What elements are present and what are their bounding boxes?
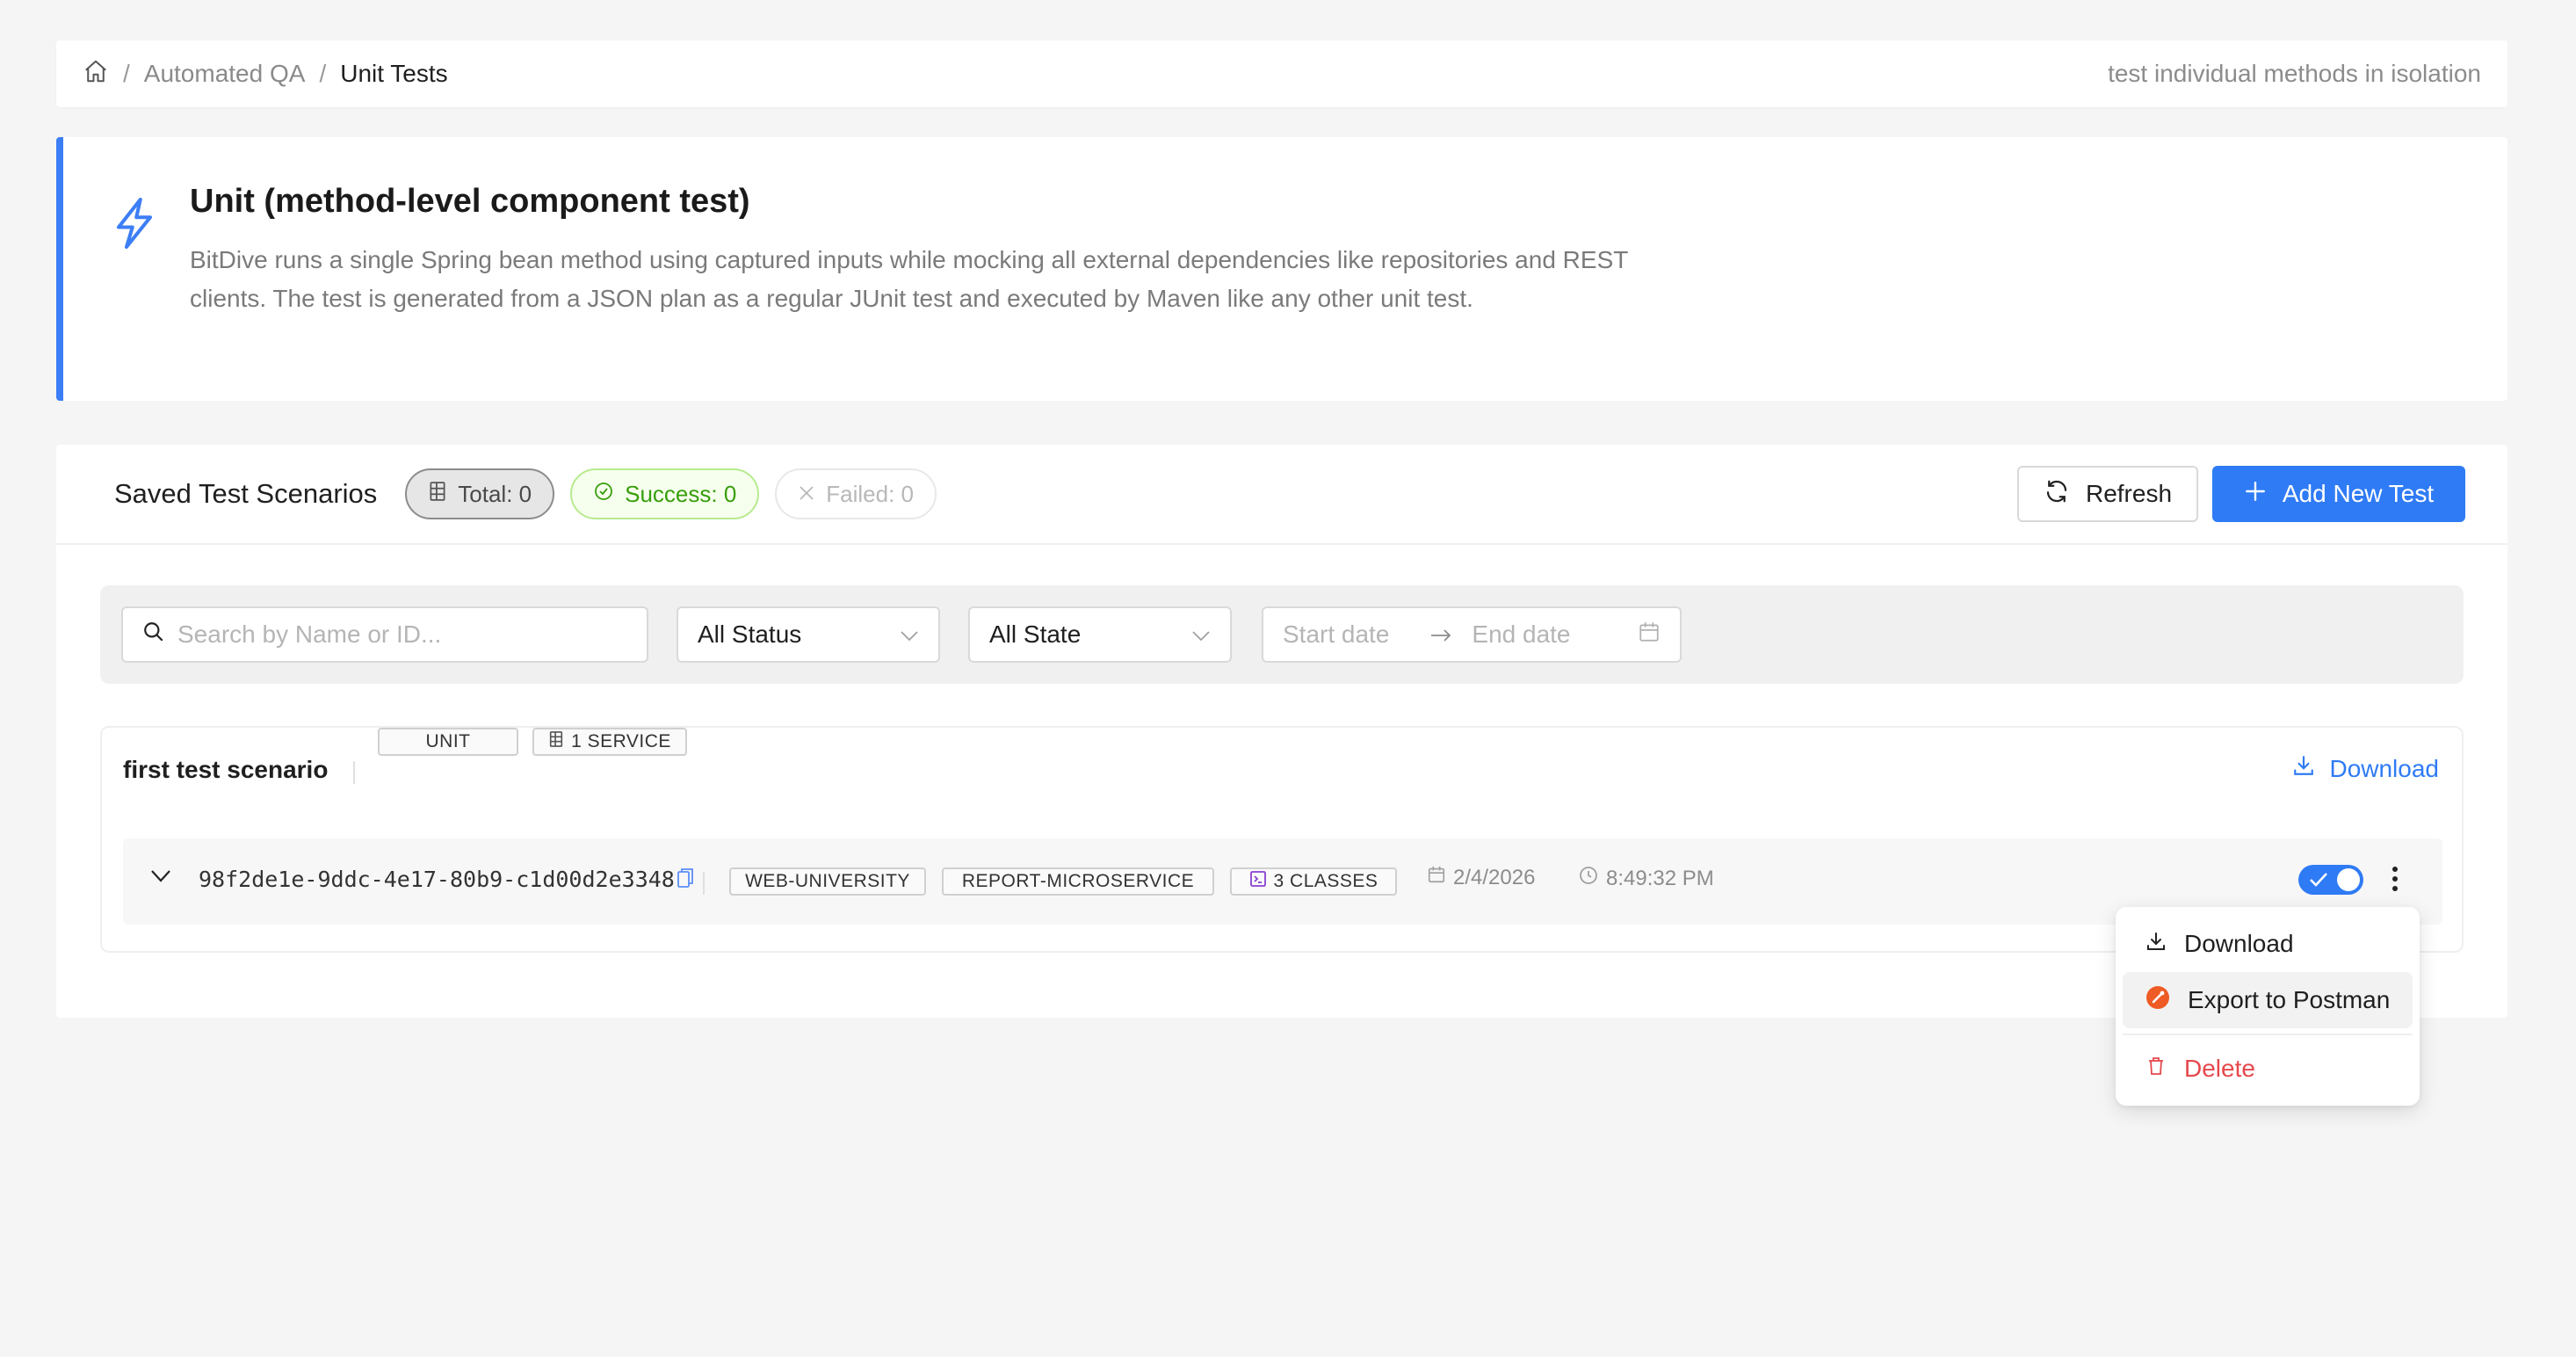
code-icon bbox=[1249, 870, 1267, 893]
lightning-icon bbox=[111, 197, 158, 250]
scenario-download-button[interactable]: Download bbox=[2292, 754, 2439, 783]
test-run-id: 98f2de1e-9ddc-4e17-80b9-c1d00d2e3348 bbox=[199, 867, 675, 892]
home-icon[interactable] bbox=[83, 58, 109, 91]
menu-download-label: Download bbox=[2184, 930, 2294, 957]
run-date: 2/4/2026 bbox=[1427, 865, 1535, 890]
breadcrumb-unit-tests: Unit Tests bbox=[340, 60, 448, 87]
clock-icon bbox=[1578, 865, 1599, 892]
add-new-test-button[interactable]: Add New Test bbox=[2212, 466, 2465, 522]
divider bbox=[703, 872, 705, 895]
success-count-badge[interactable]: Success: 0 bbox=[570, 468, 760, 519]
menu-divider bbox=[2123, 1034, 2413, 1035]
scenario-name: first test scenario bbox=[123, 756, 329, 783]
arrow-right-icon bbox=[1429, 620, 1452, 649]
state-select-value: All State bbox=[989, 620, 1082, 648]
service-tag-web-university: WEB-UNIVERSITY bbox=[729, 867, 926, 896]
date-range-picker[interactable]: Start date End date bbox=[1262, 606, 1682, 663]
scenario-service-tag: 1 SERVICE bbox=[532, 728, 687, 756]
info-description: BitDive runs a single Spring bean method… bbox=[190, 246, 1628, 312]
classes-count-label: 3 CLASSES bbox=[1273, 871, 1378, 891]
menu-export-label: Export to Postman bbox=[2188, 986, 2391, 1013]
status-select-value: All Status bbox=[698, 620, 802, 648]
chevron-down-icon bbox=[900, 620, 919, 649]
info-title: Unit (method-level component test) bbox=[190, 183, 750, 220]
close-icon bbox=[798, 481, 815, 508]
enabled-toggle[interactable] bbox=[2298, 865, 2363, 895]
plus-icon bbox=[2244, 480, 2267, 509]
menu-item-download[interactable]: Download bbox=[2123, 916, 2413, 972]
menu-item-delete[interactable]: Delete bbox=[2123, 1041, 2413, 1097]
divider bbox=[353, 761, 355, 784]
search-icon bbox=[142, 620, 165, 649]
total-count-label: Total: 0 bbox=[458, 480, 532, 507]
run-time-value: 8:49:32 PM bbox=[1606, 866, 1714, 890]
breadcrumb-separator: / bbox=[319, 60, 327, 87]
menu-item-export-postman[interactable]: Export to Postman bbox=[2123, 972, 2413, 1028]
info-card: Unit (method-level component test) BitDi… bbox=[56, 137, 2507, 401]
page-description: test individual methods in isolation bbox=[2108, 60, 2481, 87]
failed-count-label: Failed: 0 bbox=[826, 480, 915, 507]
refresh-label: Refresh bbox=[2085, 480, 2173, 507]
panel-header: Saved Test Scenarios Total: 0 Success: 0… bbox=[56, 445, 2507, 545]
download-icon bbox=[2145, 930, 2167, 958]
refresh-icon bbox=[2044, 478, 2070, 511]
end-date-input[interactable]: End date bbox=[1472, 620, 1570, 649]
failed-count-badge[interactable]: Failed: 0 bbox=[775, 468, 937, 519]
row-actions-menu: Download Export to Postman Delete bbox=[2116, 907, 2420, 1106]
breadcrumb-separator: / bbox=[123, 60, 130, 87]
state-select[interactable]: All State bbox=[968, 606, 1232, 663]
check-icon bbox=[2309, 871, 2328, 893]
more-options-icon[interactable] bbox=[2386, 861, 2404, 896]
copy-icon[interactable] bbox=[677, 867, 694, 894]
scenario-type-tag: UNIT bbox=[378, 728, 518, 756]
trash-icon bbox=[2145, 1055, 2167, 1083]
calendar-icon bbox=[1638, 620, 1661, 649]
scenario-card: first test scenario UNIT 1 SERVICE Downl… bbox=[100, 726, 2464, 953]
breadcrumb-bar: / Automated QA / Unit Tests test individ… bbox=[56, 40, 2507, 107]
test-run-row[interactable]: 98f2de1e-9ddc-4e17-80b9-c1d00d2e3348 WEB… bbox=[123, 838, 2442, 925]
run-date-value: 2/4/2026 bbox=[1453, 865, 1536, 889]
add-new-test-label: Add New Test bbox=[2282, 480, 2435, 507]
postman-icon bbox=[2145, 985, 2170, 1016]
status-select[interactable]: All Status bbox=[677, 606, 940, 663]
service-count-label: 1 SERVICE bbox=[571, 731, 671, 751]
calendar-icon bbox=[1427, 865, 1446, 890]
table-icon bbox=[548, 730, 564, 753]
toggle-knob bbox=[2337, 868, 2360, 891]
download-icon bbox=[2292, 754, 2315, 783]
run-time: 8:49:32 PM bbox=[1578, 865, 1714, 892]
check-circle-icon bbox=[593, 481, 614, 508]
scenario-download-label: Download bbox=[2329, 754, 2439, 782]
search-placeholder: Search by Name or ID... bbox=[177, 620, 442, 648]
total-count-badge[interactable]: Total: 0 bbox=[405, 468, 555, 519]
panel-title: Saved Test Scenarios bbox=[114, 478, 378, 509]
chevron-down-icon[interactable] bbox=[149, 868, 172, 889]
classes-tag: 3 CLASSES bbox=[1230, 867, 1397, 896]
menu-delete-label: Delete bbox=[2184, 1055, 2255, 1082]
table-icon bbox=[428, 481, 447, 508]
search-input[interactable]: Search by Name or ID... bbox=[121, 606, 648, 663]
breadcrumb-automated-qa[interactable]: Automated QA bbox=[144, 60, 306, 88]
success-count-label: Success: 0 bbox=[625, 480, 737, 507]
start-date-input[interactable]: Start date bbox=[1283, 620, 1389, 649]
refresh-button[interactable]: Refresh bbox=[2017, 466, 2198, 522]
breadcrumb: / Automated QA / Unit Tests bbox=[83, 58, 448, 91]
chevron-down-icon bbox=[1191, 620, 1211, 649]
service-tag-report-microservice: REPORT-MICROSERVICE bbox=[942, 867, 1214, 896]
filter-bar: Search by Name or ID... All Status All S… bbox=[100, 585, 2464, 684]
